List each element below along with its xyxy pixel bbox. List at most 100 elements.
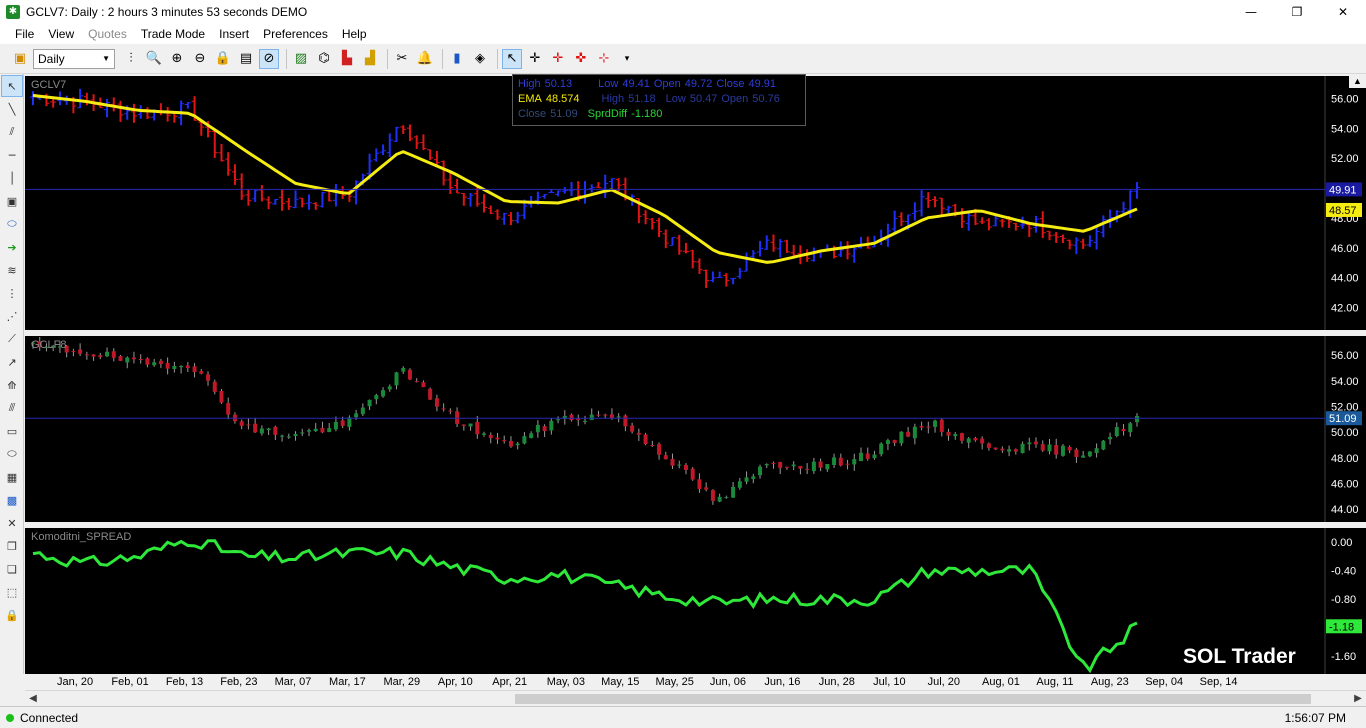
- y-tick-label: 46.00: [1331, 243, 1359, 255]
- eraser-icon[interactable]: ◈: [470, 49, 490, 69]
- symbol-lookup-icon[interactable]: ▣: [10, 49, 30, 69]
- time-tick-label: May, 15: [601, 676, 640, 688]
- status-bar: Connected 1:56:07 PM: [0, 706, 1366, 728]
- gclf8-chart[interactable]: 44.0046.0048.0050.0052.0054.0056.0051.09: [25, 336, 1366, 522]
- paste-tool-icon[interactable]: ❏: [1, 558, 23, 580]
- fan-tool-icon[interactable]: ⟰: [1, 374, 23, 396]
- image-tool-icon[interactable]: ▩: [1, 489, 23, 511]
- parallel-tool-icon[interactable]: ⫻: [1, 397, 23, 419]
- zoom-in-icon[interactable]: ⊕: [167, 49, 187, 69]
- candle-body: [185, 365, 190, 369]
- candle-body: [885, 440, 890, 445]
- arrow-tool-icon[interactable]: ➔: [1, 236, 23, 258]
- menu-help[interactable]: Help: [335, 24, 374, 44]
- horizontal-scrollbar[interactable]: ◀ ▶: [25, 690, 1366, 706]
- tablet-icon[interactable]: ▮: [447, 49, 467, 69]
- fib-tool-icon[interactable]: ⋰: [1, 305, 23, 327]
- bar-chart-icon[interactable]: ▙: [337, 49, 357, 69]
- candle-body: [192, 366, 197, 373]
- tools-icon[interactable]: ✂: [392, 49, 412, 69]
- spread-pane[interactable]: -1.60-1.20-0.80-0.400.00-1.18 Komoditni_…: [25, 528, 1366, 674]
- y-tick-label: 56.00: [1331, 93, 1359, 105]
- zoom-menu-icon[interactable]: 🔍: [144, 49, 164, 69]
- candle-body: [771, 462, 776, 464]
- candle-body: [98, 355, 103, 358]
- menu-preferences[interactable]: Preferences: [256, 24, 335, 44]
- time-tick-label: Apr, 10: [437, 676, 473, 688]
- chart-area[interactable]: 42.0044.0046.0048.0050.0052.0054.0056.00…: [25, 74, 1366, 674]
- hierarchy-icon[interactable]: ⌬: [314, 49, 334, 69]
- crosshair-arrow-icon[interactable]: ⊹: [594, 49, 614, 69]
- gann-tool-icon[interactable]: ⋮: [1, 282, 23, 304]
- vertical-line-tool-icon[interactable]: │: [1, 167, 23, 189]
- scroll-thumb[interactable]: [515, 694, 1311, 704]
- minimize-button[interactable]: —: [1228, 0, 1274, 24]
- candle-body: [280, 435, 285, 437]
- dw-close-value: 49.91: [748, 78, 776, 90]
- alert-bell-icon[interactable]: 🔔: [415, 49, 435, 69]
- cursor-mode-icon[interactable]: ⊘: [259, 48, 279, 69]
- callout-tool-icon[interactable]: ⬭: [1, 213, 23, 235]
- candle-body: [784, 466, 789, 468]
- y-tick-label: 54.00: [1331, 376, 1359, 388]
- page-icon[interactable]: ▤: [236, 49, 256, 69]
- copy-tool-icon[interactable]: ❐: [1, 535, 23, 557]
- candle-body: [845, 463, 850, 465]
- scroll-left-icon[interactable]: ◀: [25, 691, 41, 707]
- menu-view[interactable]: View: [41, 24, 81, 44]
- price-pane-gclf8[interactable]: 44.00 46.00 48.00 50.00 52.00 54.00 56.00 51.09…: [25, 336, 1366, 522]
- candle-body: [145, 358, 150, 365]
- rectangle-tool-icon[interactable]: ▭: [1, 420, 23, 442]
- candle-body: [879, 443, 884, 455]
- y-tick-label: 44.00: [1331, 504, 1359, 516]
- select-area-tool-icon[interactable]: ⬚: [1, 581, 23, 603]
- ellipse-tool-icon[interactable]: ⬭: [1, 443, 23, 465]
- candle-body: [387, 386, 392, 390]
- ray-tool-icon[interactable]: ↗: [1, 351, 23, 373]
- trendline-tool-icon[interactable]: ╲: [1, 98, 23, 120]
- candle-body: [461, 424, 466, 426]
- dw-open2-label: Open: [721, 93, 749, 105]
- candle-body: [1047, 444, 1052, 452]
- candle-body: [919, 425, 924, 428]
- y-tick-label: 56.00: [1331, 350, 1359, 362]
- menu-insert[interactable]: Insert: [212, 24, 256, 44]
- toolbar-separator: [286, 48, 287, 69]
- pane-title-gclf8: GCLF8: [31, 339, 67, 351]
- horizontal-line-tool-icon[interactable]: ─: [1, 144, 23, 166]
- zoom-out-icon[interactable]: ⊖: [190, 49, 210, 69]
- candle-body: [259, 428, 264, 434]
- chart-style-icon[interactable]: ⫶: [121, 49, 141, 69]
- interval-select[interactable]: Daily ▼: [33, 48, 115, 69]
- candle-body: [912, 426, 917, 439]
- select-tool-icon[interactable]: ↖: [1, 75, 23, 97]
- crosshair-icon[interactable]: ✛: [525, 49, 545, 69]
- scroll-right-icon[interactable]: ▶: [1350, 691, 1366, 707]
- wave-tool-icon[interactable]: ≋: [1, 259, 23, 281]
- time-tick-label: Jul, 20: [927, 676, 960, 688]
- indicator-icon[interactable]: ▨: [291, 49, 311, 69]
- menu-file[interactable]: File: [8, 24, 41, 44]
- menu-trade-mode[interactable]: Trade Mode: [134, 24, 212, 44]
- close-button[interactable]: ✕: [1320, 0, 1366, 24]
- maximize-button[interactable]: ❐: [1274, 0, 1320, 24]
- crosshair-red-icon[interactable]: ✛: [548, 49, 568, 69]
- note-tool-icon[interactable]: ▣: [1, 190, 23, 212]
- spread-chart[interactable]: -1.60-1.20-0.80-0.400.00-1.18: [25, 528, 1366, 674]
- toolbar-more-icon[interactable]: ▾: [617, 49, 637, 69]
- pointer-icon[interactable]: ↖: [502, 48, 522, 69]
- candle-body: [811, 461, 816, 472]
- crosshair-dot-icon[interactable]: ✜: [571, 49, 591, 69]
- scroll-up-icon[interactable]: ▲: [1349, 74, 1366, 88]
- channel-tool-icon[interactable]: ⫽: [1, 121, 23, 143]
- pitchfork-tool-icon[interactable]: ⟋: [1, 328, 23, 350]
- delete-tool-icon[interactable]: ✕: [1, 512, 23, 534]
- lock-icon[interactable]: 🔒: [213, 49, 233, 69]
- candle-body: [78, 349, 83, 354]
- volume-icon[interactable]: ▟: [360, 49, 380, 69]
- menu-quotes[interactable]: Quotes: [81, 24, 134, 44]
- lock-tool-icon[interactable]: 🔒: [1, 604, 23, 626]
- stack-tool-icon[interactable]: ▦: [1, 466, 23, 488]
- toolbar-separator: [497, 48, 498, 69]
- candle-body: [320, 427, 325, 433]
